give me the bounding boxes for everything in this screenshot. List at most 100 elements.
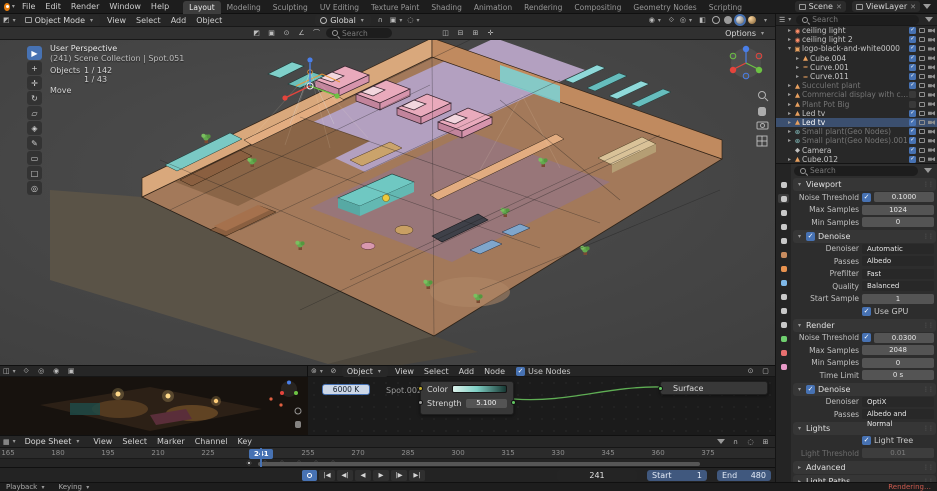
outliner-item-ceiling-light[interactable]: ▸◉ceiling light✓: [776, 26, 937, 35]
workspace-tab-layout[interactable]: Layout: [183, 1, 221, 14]
exclude-checkbox[interactable]: ✓: [909, 137, 916, 144]
mode-dropdown[interactable]: Object Mode ▾: [20, 15, 100, 26]
outliner-item-small-plant-geo-nodes-001[interactable]: ▸⊛Small plant(Geo Nodes).001✓: [776, 136, 937, 145]
workspace-tab-modeling[interactable]: Modeling: [221, 1, 267, 14]
annotate-tool[interactable]: ✎: [27, 136, 42, 150]
exclude-checkbox[interactable]: ✓: [909, 156, 916, 163]
viewport-menu-object[interactable]: Object: [191, 15, 227, 26]
measure-tool[interactable]: ▭: [27, 151, 42, 165]
disable-viewport-icon[interactable]: [919, 148, 925, 153]
dopesheet-editor[interactable]: ▦▾ Dope Sheet▾ ViewSelectMarkerChannelKe…: [0, 435, 775, 467]
workspace-tab-uv-editing[interactable]: UV Editing: [314, 1, 365, 14]
workspace-tab-compositing[interactable]: Compositing: [568, 1, 627, 14]
disclosure-triangle-icon[interactable]: ▸: [786, 128, 793, 135]
outliner-item-ceiling-light-2[interactable]: ▸◉ceiling light 2✓: [776, 35, 937, 44]
section-viewport[interactable]: ▾Viewport⋮⋮: [793, 178, 936, 191]
outliner-item-led-tv[interactable]: ▸▲Led tv✓: [776, 118, 937, 127]
field-noise-threshold[interactable]: 0.0300: [874, 333, 934, 343]
snap-magnet-icon[interactable]: ∩: [374, 15, 387, 26]
shading-rendered-icon[interactable]: [748, 16, 756, 24]
disable-viewport-icon[interactable]: [919, 111, 925, 116]
preview-editor-type-button[interactable]: ◫▾: [3, 366, 18, 377]
exclude-checkbox[interactable]: ✓: [909, 27, 916, 34]
tab-physics[interactable]: [778, 306, 789, 315]
horizontal-scrollbar[interactable]: [258, 462, 700, 466]
disclosure-triangle-icon[interactable]: ▸: [786, 91, 793, 98]
field-max-samples[interactable]: 2048: [862, 345, 934, 355]
mirror-x-icon[interactable]: ◫: [439, 28, 452, 39]
orientation-dropdown[interactable]: Global ▾: [315, 15, 371, 26]
tab-texture[interactable]: [778, 362, 789, 371]
outliner-editor[interactable]: ☰▾ ▸◉ceiling light✓▸◉ceiling light 2✓▾▣l…: [776, 14, 937, 164]
field-max-samples[interactable]: 1024: [862, 205, 934, 215]
mirror-y-icon[interactable]: ⊟: [454, 28, 467, 39]
next-keyframe-button[interactable]: |▶: [391, 470, 407, 481]
disclosure-triangle-icon[interactable]: ▸: [786, 27, 793, 34]
play-reverse-button[interactable]: ◀: [355, 470, 371, 481]
tab-object[interactable]: [778, 264, 789, 273]
jump-to-end-button[interactable]: ▶|: [409, 470, 425, 481]
viewlayer-selector[interactable]: ViewLayer ✕: [852, 1, 920, 12]
disable-viewport-icon[interactable]: [919, 46, 925, 51]
disclosure-triangle-icon[interactable]: ▸: [786, 110, 793, 117]
scene-selector[interactable]: Scene ✕: [795, 1, 846, 12]
shader-pin-icon[interactable]: ⊙: [744, 366, 757, 377]
outliner-item-small-plant-geo-nodes[interactable]: ▸⊛Small plant(Geo Nodes)✓: [776, 127, 937, 136]
workspace-tab-geometry-nodes[interactable]: Geometry Nodes: [627, 1, 702, 14]
field-prefilter[interactable]: Fast: [862, 269, 934, 279]
workspace-tab-sculpting[interactable]: Sculpting: [267, 1, 314, 14]
color-swatch[interactable]: [452, 385, 507, 393]
disclosure-triangle-icon[interactable]: ▸: [794, 64, 801, 71]
shader-menu-add[interactable]: Add: [454, 366, 480, 377]
frame-end-field[interactable]: End 480: [717, 470, 771, 481]
transform-pivot-icon[interactable]: ∠: [295, 28, 308, 39]
outliner-item-curve-001[interactable]: ▸≈Curve.001✓: [776, 63, 937, 72]
disable-viewport-icon[interactable]: [919, 56, 925, 61]
field-passes[interactable]: Albedo: [862, 256, 934, 266]
tab-constraints[interactable]: [778, 320, 789, 329]
node-color-row[interactable]: Color: [421, 382, 513, 396]
extras-tool[interactable]: ◎: [27, 181, 42, 195]
exclude-checkbox[interactable]: ✓: [909, 64, 916, 71]
shader-editor[interactable]: ⊚▾ ⊘ Object▾ ViewSelectAddNode ✓ Use Nod…: [308, 366, 775, 436]
tab-modifiers[interactable]: [778, 278, 789, 287]
outliner-item-succulent-plant[interactable]: ▸▲Succulent plant✓: [776, 81, 937, 90]
options-dropdown[interactable]: Options ▾: [720, 28, 771, 39]
strength-input-socket[interactable]: [418, 400, 423, 405]
scene-unlink-icon[interactable]: ✕: [836, 3, 842, 11]
cursor-tool[interactable]: +: [27, 61, 42, 75]
preview-shading-toggle[interactable]: ◉: [50, 366, 63, 377]
proportional-edit-icon[interactable]: ◌▾: [407, 15, 421, 26]
checkbox-use-gpu[interactable]: ✓: [862, 307, 871, 316]
outliner-search-input[interactable]: [812, 15, 914, 24]
editor-type-button[interactable]: ◩▾: [3, 15, 18, 26]
previous-keyframe-button[interactable]: ◀|: [337, 470, 353, 481]
disable-render-icon[interactable]: [928, 120, 935, 125]
shader-menu-node[interactable]: Node: [479, 366, 510, 377]
shader-menu-select[interactable]: Select: [419, 366, 454, 377]
checkbox-denoise[interactable]: ✓: [806, 232, 815, 241]
section-light-paths[interactable]: ▸Light Paths⋮⋮: [793, 475, 936, 483]
disable-viewport-icon[interactable]: [919, 83, 925, 88]
section-render[interactable]: ▾Render⋮⋮: [793, 319, 936, 332]
viewlayer-unlink-icon[interactable]: ✕: [910, 3, 916, 11]
exclude-checkbox[interactable]: ✓: [909, 73, 916, 80]
rotate-tool[interactable]: ↻: [27, 91, 42, 105]
keyframe-diamond[interactable]: [246, 460, 252, 466]
current-frame-field[interactable]: 241: [557, 470, 637, 481]
select-box-tool[interactable]: ▶: [27, 46, 42, 60]
orientation-extra-icon[interactable]: ✛: [484, 28, 497, 39]
outliner-item-cube-004[interactable]: ▸▲Cube.004✓: [776, 54, 937, 63]
node-strength-row[interactable]: Strength 5.100: [421, 396, 513, 410]
outliner-search[interactable]: [796, 15, 919, 25]
disable-render-icon[interactable]: [928, 139, 935, 144]
timeline-ruler[interactable]: 1651801952102252552702853003153303453603…: [0, 448, 775, 459]
disable-render-icon[interactable]: [928, 93, 935, 98]
workspace-tab-rendering[interactable]: Rendering: [518, 1, 568, 14]
xray-toggle[interactable]: ◧: [696, 15, 709, 26]
checkbox-noise-threshold[interactable]: ✓: [862, 333, 871, 342]
disable-viewport-icon[interactable]: [919, 157, 925, 162]
section-lights[interactable]: ▾Lights⋮⋮: [793, 422, 936, 435]
viewport-3d[interactable]: ▶+✛↻▱◈✎▭□◎ User Perspective (241) Scene …: [0, 40, 775, 365]
outliner-item-camera[interactable]: ◆Camera✓: [776, 145, 937, 154]
